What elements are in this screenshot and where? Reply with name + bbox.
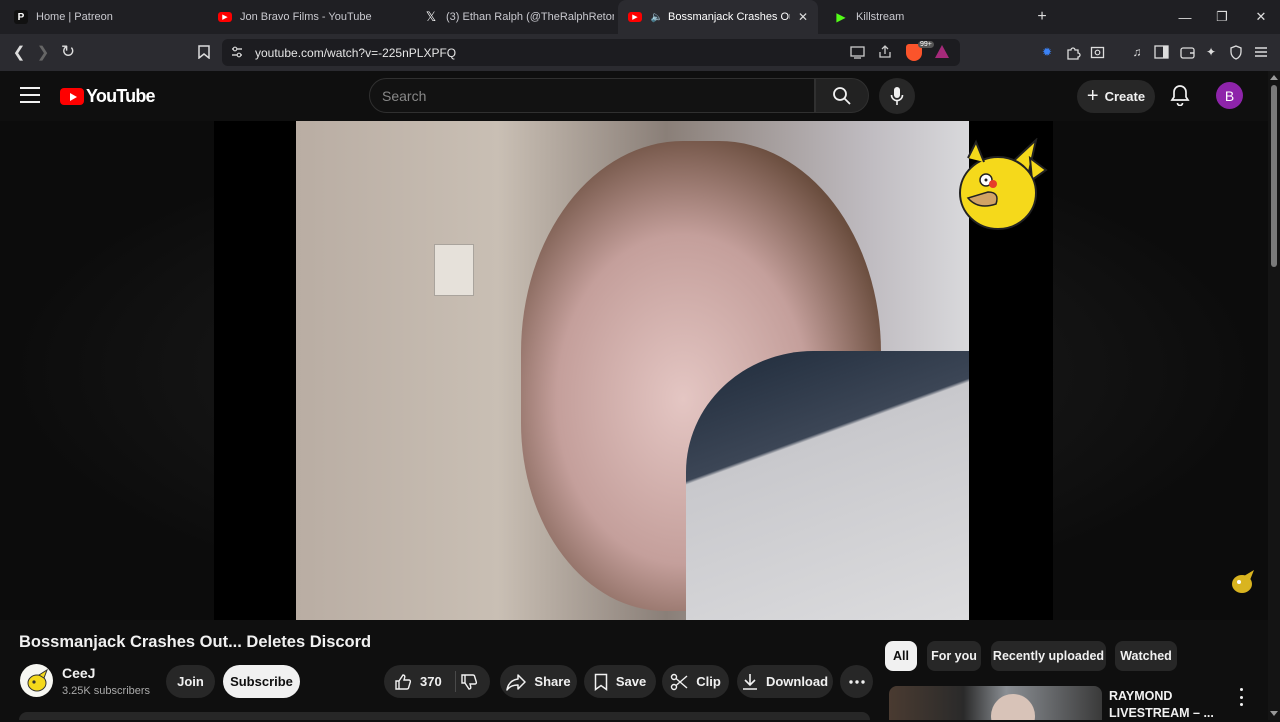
download-icon — [742, 673, 757, 690]
youtube-play-icon — [60, 88, 84, 105]
tab-label: Home | Patreon — [36, 11, 113, 23]
thumbs-down-icon — [461, 674, 478, 690]
plus-icon: + — [1086, 85, 1099, 107]
kick-play-icon: ▶ — [836, 10, 846, 24]
dislike-button[interactable] — [460, 673, 486, 694]
more-horizontal-icon — [848, 679, 865, 684]
account-avatar[interactable]: B — [1216, 82, 1243, 109]
subscriber-count: 3.25K subscribers — [62, 685, 151, 697]
extensions-puzzle-icon[interactable] — [1065, 44, 1081, 60]
search-input[interactable] — [382, 86, 802, 106]
notifications-bell-icon[interactable] — [1170, 84, 1192, 108]
subscribe-button[interactable]: Subscribe — [223, 665, 300, 698]
voice-search-button[interactable] — [879, 78, 915, 114]
video-player[interactable] — [214, 121, 1053, 620]
media-icon[interactable]: ♫ — [1129, 44, 1145, 60]
reload-button[interactable]: ↻ — [55, 39, 81, 65]
tab-label: Killstream — [856, 11, 905, 23]
more-actions-button[interactable] — [840, 665, 873, 698]
scroll-down-arrow[interactable] — [1270, 711, 1278, 716]
like-dislike-group: 370 — [384, 665, 490, 698]
pikachu-homer-sticker — [959, 138, 1048, 230]
description-box[interactable] — [19, 712, 870, 720]
url-text[interactable]: youtube.com/watch?v=-225nPLXPFQ — [255, 46, 456, 60]
share-page-icon[interactable] — [878, 45, 892, 64]
browser-toolbar: ❮ ❯ ↻ youtube.com/watch?v=-225nPLXPFQ 99… — [0, 34, 1280, 71]
bookmark-icon[interactable] — [191, 39, 217, 65]
x-icon: 𝕏 — [425, 9, 437, 24]
tab-label: (3) Ethan Ralph (@TheRalphRetort) / — [446, 11, 614, 23]
wall-plate — [434, 244, 474, 296]
join-button[interactable]: Join — [166, 665, 215, 698]
forward-button[interactable]: ❯ — [30, 39, 56, 65]
youtube-logo[interactable]: YouTube — [60, 86, 156, 107]
address-bar[interactable]: youtube.com/watch?v=-225nPLXPFQ 99+ — [222, 39, 960, 66]
channel-avatar[interactable] — [20, 664, 53, 697]
chip-recently-uploaded[interactable]: Recently uploaded — [991, 641, 1106, 671]
tab-ethan-ralph[interactable]: 𝕏 (3) Ethan Ralph (@TheRalphRetort) / — [414, 0, 614, 34]
chip-watched[interactable]: Watched — [1115, 641, 1177, 671]
tab-killstream[interactable]: ▶ Killstream — [824, 0, 1024, 34]
recommendation-more-icon[interactable] — [1236, 688, 1246, 706]
browser-tab-strip: P Home | Patreon ▶ Jon Bravo Films - You… — [0, 0, 1280, 34]
tab-bossmanjack[interactable]: ▶ 🔈 Bossmanjack Crashes Out... De ✕ — [618, 0, 818, 34]
search-box — [369, 78, 815, 113]
brave-shields-count: 99+ — [918, 41, 934, 48]
page-scrollbar[interactable] — [1268, 71, 1280, 720]
video-subject-hoodie — [686, 351, 969, 620]
video-frame[interactable] — [296, 121, 969, 620]
restore-button[interactable]: ❐ — [1203, 0, 1241, 34]
tab-patreon[interactable]: P Home | Patreon — [4, 0, 204, 34]
chip-all[interactable]: All — [885, 641, 917, 671]
screenshot-icon[interactable] — [1089, 44, 1105, 60]
site-info-icon[interactable] — [230, 45, 244, 64]
recommendation-title[interactable]: RAYMOND LIVESTREAM – ... — [1109, 688, 1219, 722]
search-button[interactable] — [815, 78, 869, 113]
like-button[interactable]: 370 — [394, 673, 442, 691]
menu-icon[interactable] — [20, 87, 40, 103]
scissors-icon — [671, 673, 688, 690]
browser-menu-icon[interactable] — [1253, 44, 1269, 60]
youtube-icon: ▶ — [628, 12, 642, 22]
vpn-shield-icon[interactable] — [1228, 44, 1244, 60]
vpn-extension-icon[interactable]: ✹ — [1039, 44, 1055, 60]
leo-ai-icon[interactable]: ✦ — [1203, 44, 1219, 60]
thumbnail-face — [991, 694, 1035, 720]
wallet-icon[interactable] — [1179, 44, 1195, 60]
speaker-icon[interactable]: 🔈 — [650, 10, 664, 24]
brave-rewards-icon[interactable] — [935, 45, 949, 58]
minimize-button[interactable]: — — [1166, 0, 1204, 34]
close-tab-icon[interactable]: ✕ — [798, 10, 808, 24]
channel-watermark-icon[interactable] — [1228, 568, 1256, 596]
clip-button[interactable]: Clip — [662, 665, 729, 698]
youtube-header: YouTube + Create B — [0, 71, 1268, 121]
video-title: Bossmanjack Crashes Out... Deletes Disco… — [19, 633, 372, 651]
back-button[interactable]: ❮ — [6, 39, 32, 65]
cast-icon[interactable] — [850, 45, 865, 64]
channel-name[interactable]: CeeJ — [62, 665, 95, 681]
new-tab-button[interactable]: + — [1023, 0, 1061, 34]
save-button[interactable]: Save — [584, 665, 656, 698]
thumbs-up-icon — [395, 673, 412, 690]
recommendation-thumbnail[interactable] — [889, 686, 1102, 720]
scroll-up-arrow[interactable] — [1270, 75, 1278, 80]
share-button[interactable]: Share — [500, 665, 577, 698]
youtube-icon: ▶ — [218, 12, 232, 22]
like-divider — [455, 671, 456, 692]
close-window-button[interactable]: ✕ — [1242, 0, 1280, 34]
patreon-icon: P — [14, 10, 28, 24]
like-count: 370 — [420, 674, 442, 689]
tab-label: Jon Bravo Films - YouTube — [240, 11, 372, 23]
search-icon — [833, 86, 851, 105]
share-icon — [506, 673, 527, 691]
scrollbar-thumb[interactable] — [1271, 85, 1277, 267]
download-button[interactable]: Download — [737, 665, 833, 698]
tab-jon-bravo[interactable]: ▶ Jon Bravo Films - YouTube — [208, 0, 408, 34]
tab-label: Bossmanjack Crashes Out... De — [668, 11, 790, 23]
sidebar-icon[interactable] — [1153, 44, 1169, 60]
microphone-icon — [890, 87, 904, 105]
save-bookmark-icon — [594, 673, 608, 691]
chip-for-you[interactable]: For you — [927, 641, 981, 671]
create-button[interactable]: + Create — [1077, 80, 1155, 113]
